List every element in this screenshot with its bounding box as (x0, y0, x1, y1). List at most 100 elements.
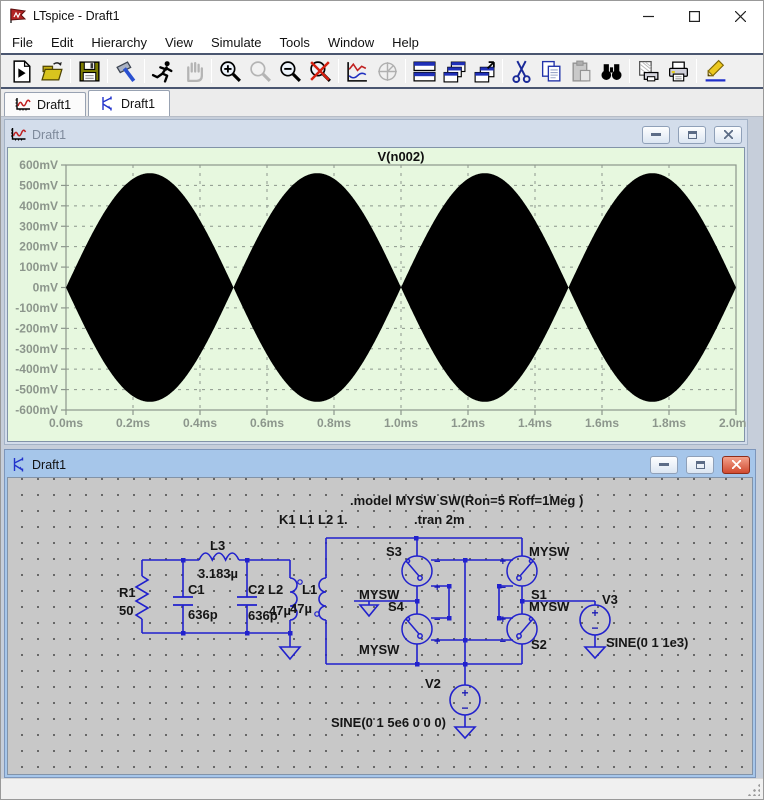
copy-icon (541, 60, 561, 82)
label-v2: V2 (425, 676, 441, 691)
svg-text:1.6ms: 1.6ms (585, 416, 619, 430)
ground-symbol (453, 726, 477, 740)
maximize-button[interactable] (671, 1, 717, 31)
tile-windows-button[interactable] (409, 57, 439, 85)
label-r1-value: 50 (119, 603, 133, 618)
tab-waveform-draft1[interactable]: Draft1 (4, 92, 86, 116)
waveform-close-button[interactable] (714, 125, 742, 144)
halt-button[interactable] (178, 57, 208, 85)
menu-tools[interactable]: Tools (271, 33, 319, 52)
print-preview-icon (638, 60, 658, 81)
zoom-full-extents-button[interactable] (305, 57, 335, 85)
menu-window[interactable]: Window (319, 33, 383, 52)
status-bar (1, 778, 763, 799)
zoom-area-button[interactable] (215, 57, 245, 85)
s3-minus-mark: − (434, 556, 440, 568)
new-window-arrow-icon (474, 60, 495, 82)
cascade-windows-button[interactable] (439, 57, 469, 85)
new-schematic-button[interactable] (7, 57, 37, 85)
v3-minus-mark: − (591, 621, 598, 635)
plot-settings-button[interactable] (372, 57, 402, 85)
minimize-icon (659, 463, 669, 466)
waveform-restore-button[interactable] (678, 125, 706, 144)
print-button[interactable] (663, 57, 693, 85)
inductor-l3 (198, 552, 240, 562)
paste-button[interactable] (566, 57, 596, 85)
tab-label: Draft1 (121, 96, 156, 111)
svg-text:0.8ms: 0.8ms (317, 416, 351, 430)
close-button[interactable] (717, 1, 763, 31)
find-button[interactable] (596, 57, 626, 85)
copy-button[interactable] (536, 57, 566, 85)
zoom-back-button[interactable] (245, 57, 275, 85)
label-s4: S4 (388, 599, 405, 614)
menu-help[interactable]: Help (383, 33, 428, 52)
edit-draw-button[interactable] (700, 57, 730, 85)
autorange-waveform-icon (346, 61, 367, 82)
schematic-close-button[interactable] (722, 455, 750, 474)
waveform-plot-area[interactable]: 600mV 500mV 400mV 300mV 200mV 100mV 0mV -100mV -… (7, 147, 753, 442)
label-c1: C1 (188, 582, 205, 597)
zoom-out-button[interactable] (275, 57, 305, 85)
ground-symbol (278, 646, 302, 661)
close-icon (723, 130, 733, 139)
label-s1-model: MYSW (529, 544, 570, 559)
switch-s3 (401, 555, 433, 587)
tile-windows-icon (412, 61, 436, 82)
label-l1: L1 (302, 582, 317, 597)
svg-text:1.2ms: 1.2ms (451, 416, 485, 430)
close-icon (734, 10, 746, 22)
open-button[interactable] (37, 57, 67, 85)
s1-plus-mark: + (500, 556, 506, 568)
label-v3: V3 (602, 592, 618, 607)
schematic-minimize-button[interactable] (650, 455, 678, 474)
menu-edit[interactable]: Edit (42, 33, 82, 52)
halt-hand-icon (186, 61, 203, 82)
label-s3: S3 (386, 544, 402, 559)
waveform-window-titlebar[interactable]: Draft1 (7, 122, 745, 147)
svg-text:-400mV: -400mV (15, 362, 58, 376)
main-titlebar[interactable]: LTspice - Draft1 (1, 1, 763, 31)
label-s2-model: MYSW (529, 599, 570, 614)
tab-label: Draft1 (37, 97, 72, 112)
minimize-button[interactable] (625, 1, 671, 31)
restore-icon (687, 130, 697, 139)
ltspice-logo-icon (10, 8, 27, 23)
svg-text:1.4ms: 1.4ms (518, 416, 552, 430)
schematic-canvas[interactable]: .model MYSW SW(Ron=5 Roff=1Meg ) K1 L1 L… (7, 477, 753, 775)
minimize-icon (642, 15, 654, 17)
resize-grip[interactable] (747, 783, 760, 796)
new-schematic-icon (12, 59, 31, 83)
label-l3-value: 3.183µ (198, 566, 238, 581)
directive-coupling: K1 L1 L2 1. (279, 512, 348, 527)
menu-file[interactable]: File (3, 33, 42, 52)
print-preview-button[interactable] (633, 57, 663, 85)
menu-simulate[interactable]: Simulate (202, 33, 271, 52)
waveform-minimize-button[interactable] (642, 125, 670, 144)
cut-button[interactable] (506, 57, 536, 85)
schematic-restore-button[interactable] (686, 455, 714, 474)
open-new-window-button[interactable] (469, 57, 499, 85)
schematic-window-titlebar[interactable]: Draft1 (7, 452, 753, 477)
run-button[interactable] (148, 57, 178, 85)
waveform-tab-icon (15, 98, 31, 111)
app-title: LTspice - Draft1 (33, 9, 120, 23)
svg-text:1.8ms: 1.8ms (652, 416, 686, 430)
document-tabbar: Draft1 Draft1 (1, 89, 763, 117)
save-button[interactable] (74, 57, 104, 85)
menu-hierarchy[interactable]: Hierarchy (82, 33, 156, 52)
maximize-icon (688, 10, 700, 22)
waveform-plot: 600mV 500mV 400mV 300mV 200mV 100mV 0mV -100mV -… (15, 149, 753, 430)
toolbar-separator (211, 59, 212, 83)
menu-view[interactable]: View (156, 33, 202, 52)
label-c2: C2 (248, 582, 265, 597)
control-panel-button[interactable] (111, 57, 141, 85)
svg-text:100mV: 100mV (19, 260, 58, 274)
autorange-y-button[interactable] (342, 57, 372, 85)
svg-text:V(n002): V(n002) (378, 149, 425, 164)
svg-text:-100mV: -100mV (15, 301, 58, 315)
tab-schematic-draft1[interactable]: Draft1 (88, 90, 170, 116)
toolbar-separator (70, 59, 71, 83)
zoom-out-icon (279, 60, 301, 82)
toolbar-separator (502, 59, 503, 83)
